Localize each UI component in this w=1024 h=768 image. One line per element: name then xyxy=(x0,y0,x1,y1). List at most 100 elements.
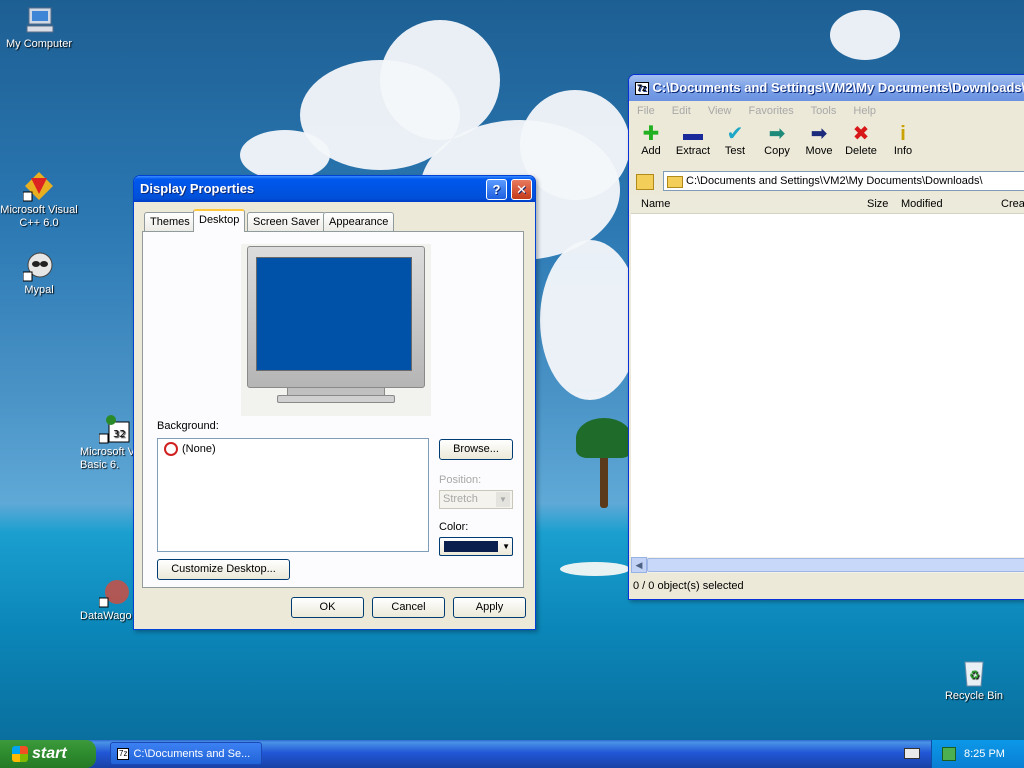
mypal-icon-item[interactable]: Mypal xyxy=(0,250,84,297)
scroll-thumb[interactable] xyxy=(647,558,1024,572)
list-header: Name Size Modified Crea xyxy=(631,195,1024,214)
system-tray: 8:25 PM xyxy=(931,740,1024,768)
menu-favorites[interactable]: Favorites xyxy=(749,105,794,117)
beach xyxy=(560,562,630,576)
list-item[interactable]: (None) xyxy=(164,442,216,457)
position-value: Stretch xyxy=(443,493,478,505)
test-label: Test xyxy=(724,145,746,157)
monitor-preview xyxy=(241,244,431,416)
move-icon: ➡ xyxy=(810,123,828,145)
network-icon[interactable] xyxy=(942,747,956,762)
color-picker-button[interactable]: ▼ xyxy=(439,537,513,556)
my-computer-icon-item[interactable]: My Computer xyxy=(0,4,84,51)
menu-tools[interactable]: Tools xyxy=(811,105,837,117)
ok-button[interactable]: OK xyxy=(291,597,364,618)
raccoon-icon xyxy=(22,250,55,282)
move-button[interactable]: ➡ Move xyxy=(798,123,840,157)
sevenzip-task-icon: 7z xyxy=(117,748,130,761)
desktop-icon-label: Mypal xyxy=(24,284,54,296)
tab-screen-saver[interactable]: Screen Saver xyxy=(247,212,326,231)
extract-button[interactable]: ▬ Extract xyxy=(672,123,714,157)
add-button[interactable]: ✚ Add xyxy=(630,123,672,157)
color-swatch xyxy=(444,541,498,552)
copy-label: Copy xyxy=(764,145,790,157)
chevron-down-icon: ▼ xyxy=(502,542,510,551)
column-name[interactable]: Name xyxy=(641,198,670,210)
sevenzip-titlebar[interactable]: 7z C:\Documents and Settings\VM2\My Docum… xyxy=(629,75,1024,101)
tab-appearance[interactable]: Appearance xyxy=(323,212,395,231)
move-label: Move xyxy=(805,145,833,157)
cloud xyxy=(540,240,640,400)
close-button[interactable]: ✕ xyxy=(511,179,532,200)
column-created[interactable]: Crea xyxy=(1001,198,1024,210)
add-label: Add xyxy=(641,145,661,157)
recycle-bin-icon-item[interactable]: ♻ Recycle Bin xyxy=(929,656,1019,703)
cloud xyxy=(520,90,630,200)
column-modified[interactable]: Modified xyxy=(901,198,943,210)
sevenzip-window: 7z C:\Documents and Settings\VM2\My Docum… xyxy=(628,74,1024,600)
display-properties-window: Display Properties ? ✕ Themes Desktop Sc… xyxy=(133,175,536,630)
menu-view[interactable]: View xyxy=(708,105,732,117)
my-computer-icon xyxy=(23,4,55,36)
cloud xyxy=(240,130,330,180)
background-item-label: (None) xyxy=(182,443,216,455)
svg-text:♻: ♻ xyxy=(969,668,980,682)
background-label: Background: xyxy=(157,420,219,432)
test-icon: ✔ xyxy=(726,123,744,145)
color-label: Color: xyxy=(439,521,469,533)
info-button[interactable]: i Info xyxy=(882,123,924,157)
windows-logo-icon xyxy=(12,745,28,762)
start-button[interactable]: start xyxy=(0,740,96,768)
info-label: Info xyxy=(893,145,913,157)
desktop-tab-panel: Background: (None) Browse... Position: S… xyxy=(142,231,524,588)
tab-themes[interactable]: Themes xyxy=(144,212,196,231)
palm-tree xyxy=(576,418,632,508)
delete-label: Delete xyxy=(845,145,877,157)
copy-button[interactable]: ➡ Copy xyxy=(756,123,798,157)
sevenzip-menubar: File Edit View Favorites Tools Help xyxy=(629,101,1024,121)
none-icon xyxy=(164,442,178,457)
status-text: 0 / 0 object(s) selected xyxy=(633,580,744,592)
column-size[interactable]: Size xyxy=(867,198,888,210)
tab-desktop[interactable]: Desktop xyxy=(193,209,246,232)
start-label: start xyxy=(32,745,67,762)
address-bar[interactable]: C:\Documents and Settings\VM2\My Documen… xyxy=(663,171,1024,191)
position-dropdown[interactable]: Stretch ▼ xyxy=(439,490,513,509)
background-listbox[interactable]: (None) xyxy=(157,438,429,552)
svg-text:32: 32 xyxy=(113,429,126,440)
position-label: Position: xyxy=(439,474,482,486)
display-properties-titlebar[interactable]: Display Properties ? ✕ xyxy=(134,176,535,202)
help-button[interactable]: ? xyxy=(486,179,507,200)
desktop-icon-label: My Computer xyxy=(5,38,73,50)
file-list[interactable]: Name Size Modified Crea xyxy=(631,195,1024,557)
up-folder-button[interactable] xyxy=(633,171,655,191)
visual-basic-icon: 32 xyxy=(98,412,131,444)
copy-icon: ➡ xyxy=(768,123,786,145)
visual-cpp-icon-item[interactable]: Microsoft Visual C++ 6.0 xyxy=(0,170,84,230)
apply-button[interactable]: Apply xyxy=(453,597,526,618)
cancel-button[interactable]: Cancel xyxy=(372,597,445,618)
chevron-down-icon: ▼ xyxy=(496,492,510,507)
scroll-left-arrow[interactable]: ◀ xyxy=(631,557,647,573)
monitor-screen xyxy=(256,257,412,371)
menu-edit[interactable]: Edit xyxy=(672,105,691,117)
keyboard-icon[interactable] xyxy=(904,748,920,759)
cloud xyxy=(380,20,500,140)
recycle-bin-icon: ♻ xyxy=(958,656,990,688)
taskbar-task-sevenzip[interactable]: 7z C:\Documents and Se... xyxy=(110,742,262,765)
add-icon: ✚ xyxy=(642,123,660,145)
clock: 8:25 PM xyxy=(964,748,1005,760)
horizontal-scrollbar[interactable]: ◀ xyxy=(631,557,1024,573)
test-button[interactable]: ✔ Test xyxy=(714,123,756,157)
menu-help[interactable]: Help xyxy=(853,105,876,117)
customize-desktop-button[interactable]: Customize Desktop... xyxy=(157,559,290,580)
delete-button[interactable]: ✖ Delete xyxy=(840,123,882,157)
visual-cpp-icon xyxy=(22,170,55,202)
sevenzip-app-icon: 7z xyxy=(635,82,649,96)
extract-icon: ▬ xyxy=(683,123,703,145)
menu-file[interactable]: File xyxy=(637,105,655,117)
folder-icon xyxy=(667,176,683,188)
desktop: My Computer Microsoft Visual C++ 6.0 Myp… xyxy=(0,0,1024,740)
info-icon: i xyxy=(900,123,906,145)
browse-button[interactable]: Browse... xyxy=(439,439,513,460)
